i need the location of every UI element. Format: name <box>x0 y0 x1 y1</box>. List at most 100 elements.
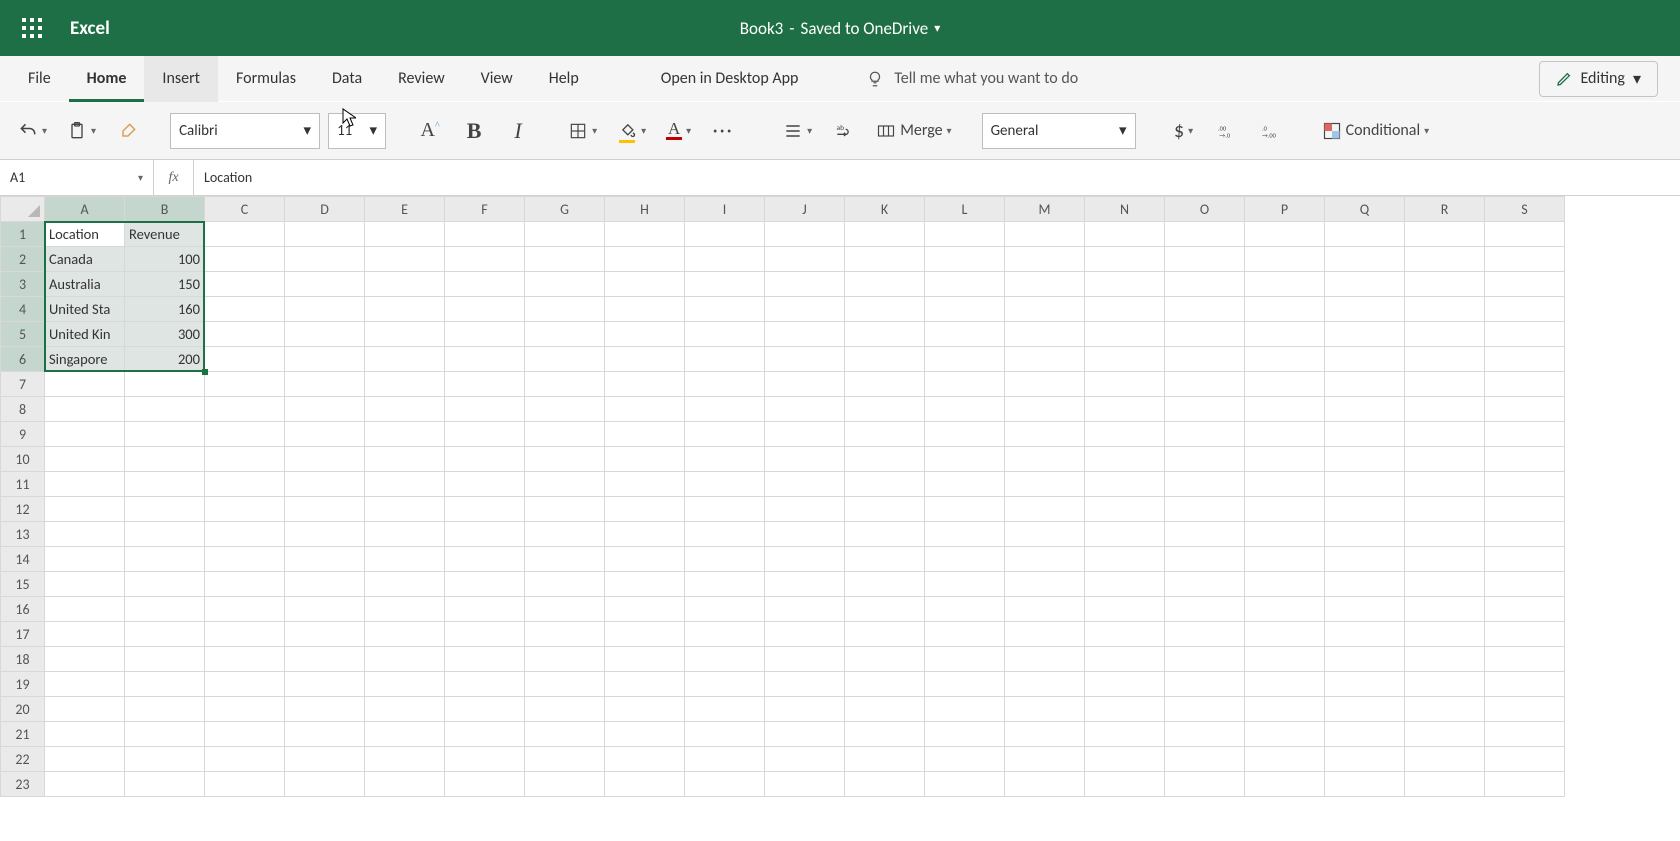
cell-G16[interactable] <box>525 597 605 622</box>
cell-I16[interactable] <box>685 597 765 622</box>
cell-F13[interactable] <box>445 522 525 547</box>
cell-J11[interactable] <box>765 472 845 497</box>
cell-K8[interactable] <box>845 397 925 422</box>
selection-fill-handle[interactable] <box>202 369 208 375</box>
cell-G22[interactable] <box>525 747 605 772</box>
cell-L6[interactable] <box>925 347 1005 372</box>
tab-data[interactable]: Data <box>314 56 380 102</box>
cell-I7[interactable] <box>685 372 765 397</box>
cell-A14[interactable] <box>45 547 125 572</box>
cell-D4[interactable] <box>285 297 365 322</box>
cell-C17[interactable] <box>205 622 285 647</box>
cell-D2[interactable] <box>285 247 365 272</box>
cell-L4[interactable] <box>925 297 1005 322</box>
cell-N3[interactable] <box>1085 272 1165 297</box>
cell-A15[interactable] <box>45 572 125 597</box>
cell-J17[interactable] <box>765 622 845 647</box>
cell-F7[interactable] <box>445 372 525 397</box>
cell-K6[interactable] <box>845 347 925 372</box>
cell-L2[interactable] <box>925 247 1005 272</box>
column-header-R[interactable]: R <box>1405 197 1485 222</box>
cell-M1[interactable] <box>1005 222 1085 247</box>
cell-Q15[interactable] <box>1325 572 1405 597</box>
cell-P12[interactable] <box>1245 497 1325 522</box>
cell-B10[interactable] <box>125 447 205 472</box>
cell-P21[interactable] <box>1245 722 1325 747</box>
cell-D1[interactable] <box>285 222 365 247</box>
row-header-5[interactable]: 5 <box>1 322 45 347</box>
cell-I22[interactable] <box>685 747 765 772</box>
row-header-16[interactable]: 16 <box>1 597 45 622</box>
cell-P11[interactable] <box>1245 472 1325 497</box>
cell-D3[interactable] <box>285 272 365 297</box>
cell-R16[interactable] <box>1405 597 1485 622</box>
cell-E23[interactable] <box>365 772 445 797</box>
cell-K11[interactable] <box>845 472 925 497</box>
cell-C10[interactable] <box>205 447 285 472</box>
cell-O4[interactable] <box>1165 297 1245 322</box>
cell-N2[interactable] <box>1085 247 1165 272</box>
cell-M14[interactable] <box>1005 547 1085 572</box>
cell-O8[interactable] <box>1165 397 1245 422</box>
cell-F6[interactable] <box>445 347 525 372</box>
undo-button[interactable]: ▾ <box>12 113 53 149</box>
cell-E15[interactable] <box>365 572 445 597</box>
cell-B5[interactable]: 300 <box>125 322 205 347</box>
cell-N11[interactable] <box>1085 472 1165 497</box>
cell-N21[interactable] <box>1085 722 1165 747</box>
cell-L14[interactable] <box>925 547 1005 572</box>
cell-A7[interactable] <box>45 372 125 397</box>
cell-L8[interactable] <box>925 397 1005 422</box>
format-painter-button[interactable] <box>110 113 146 149</box>
cell-N15[interactable] <box>1085 572 1165 597</box>
cell-J8[interactable] <box>765 397 845 422</box>
cell-S6[interactable] <box>1485 347 1565 372</box>
cell-P7[interactable] <box>1245 372 1325 397</box>
cell-S18[interactable] <box>1485 647 1565 672</box>
cell-N1[interactable] <box>1085 222 1165 247</box>
cell-L19[interactable] <box>925 672 1005 697</box>
cell-B18[interactable] <box>125 647 205 672</box>
cell-M23[interactable] <box>1005 772 1085 797</box>
cell-L1[interactable] <box>925 222 1005 247</box>
cell-A23[interactable] <box>45 772 125 797</box>
cell-H1[interactable] <box>605 222 685 247</box>
cell-H7[interactable] <box>605 372 685 397</box>
cell-A18[interactable] <box>45 647 125 672</box>
cell-C7[interactable] <box>205 372 285 397</box>
cell-H9[interactable] <box>605 422 685 447</box>
cell-N22[interactable] <box>1085 747 1165 772</box>
column-header-K[interactable]: K <box>845 197 925 222</box>
cell-O5[interactable] <box>1165 322 1245 347</box>
cell-M4[interactable] <box>1005 297 1085 322</box>
row-header-21[interactable]: 21 <box>1 722 45 747</box>
column-header-E[interactable]: E <box>365 197 445 222</box>
cell-G19[interactable] <box>525 672 605 697</box>
cell-C4[interactable] <box>205 297 285 322</box>
cell-G7[interactable] <box>525 372 605 397</box>
tab-view[interactable]: View <box>463 56 531 102</box>
cell-I3[interactable] <box>685 272 765 297</box>
document-title[interactable]: Book3 - Saved to OneDrive ▾ <box>740 18 940 39</box>
column-header-G[interactable]: G <box>525 197 605 222</box>
row-header-14[interactable]: 14 <box>1 547 45 572</box>
currency-format-button[interactable]: $ ▾ <box>1166 113 1202 149</box>
wrap-text-button[interactable]: ab <box>826 113 862 149</box>
cell-Q1[interactable] <box>1325 222 1405 247</box>
cell-M12[interactable] <box>1005 497 1085 522</box>
cell-F19[interactable] <box>445 672 525 697</box>
cell-F3[interactable] <box>445 272 525 297</box>
column-header-J[interactable]: J <box>765 197 845 222</box>
cell-N19[interactable] <box>1085 672 1165 697</box>
column-header-L[interactable]: L <box>925 197 1005 222</box>
cell-P14[interactable] <box>1245 547 1325 572</box>
cell-J14[interactable] <box>765 547 845 572</box>
cell-C11[interactable] <box>205 472 285 497</box>
cell-I20[interactable] <box>685 697 765 722</box>
cell-A21[interactable] <box>45 722 125 747</box>
cell-P9[interactable] <box>1245 422 1325 447</box>
cell-O7[interactable] <box>1165 372 1245 397</box>
row-header-9[interactable]: 9 <box>1 422 45 447</box>
cell-B14[interactable] <box>125 547 205 572</box>
cell-S11[interactable] <box>1485 472 1565 497</box>
